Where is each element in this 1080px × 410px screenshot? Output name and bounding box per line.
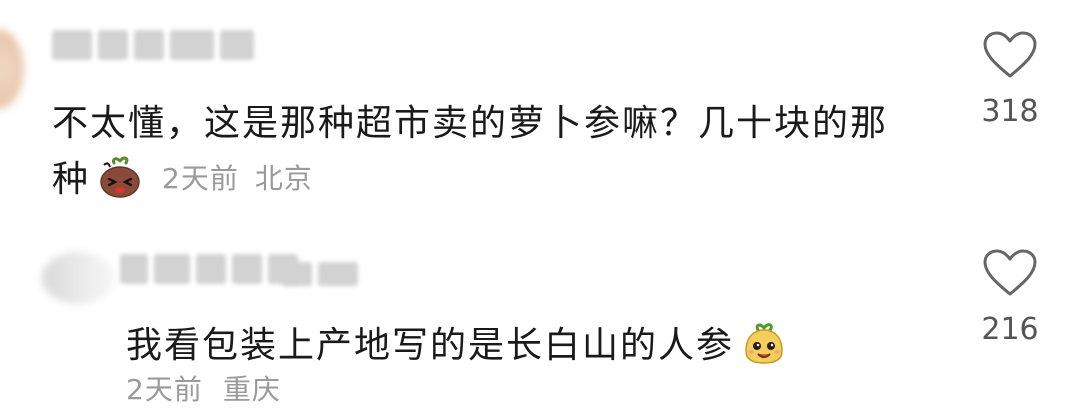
avatar[interactable] (42, 252, 114, 304)
reply-time: 2天前 (126, 373, 203, 406)
comment-meta: 2天前 北京 (162, 162, 313, 195)
comment-text: 不太懂，这是那种超市卖的萝卜参嘛？几十块的那种 2天前 北京 (52, 96, 912, 209)
reply-text-content: 我看包装上产地写的是长白山的人参 (126, 325, 735, 366)
reply-meta: 2天前 重庆 (126, 372, 281, 408)
username-blurred[interactable] (52, 30, 254, 60)
like-count: 216 (981, 312, 1039, 347)
comment-list: 不太懂，这是那种超市卖的萝卜参嘛？几十块的那种 2天前 北京 318 我看包装上… (0, 0, 1080, 410)
heart-icon (983, 249, 1037, 296)
reply-location: 重庆 (222, 373, 281, 406)
reply-target-blurred[interactable] (282, 262, 358, 286)
like-button[interactable]: 216 (970, 248, 1050, 347)
username-blurred[interactable] (120, 254, 298, 284)
avatar[interactable] (0, 28, 24, 110)
reply-text: 我看包装上产地写的是长白山的人参 (126, 318, 886, 374)
like-count: 318 (981, 94, 1039, 129)
heart-icon (983, 31, 1037, 78)
comment-time: 2天前 (162, 162, 239, 195)
like-button[interactable]: 318 (970, 30, 1050, 129)
radish-face-emoji (100, 156, 140, 198)
comment-location: 北京 (254, 162, 313, 195)
comment-item: 不太懂，这是那种超市卖的萝卜参嘛？几十块的那种 2天前 北京 318 (0, 0, 1080, 230)
ginseng-face-emoji (745, 323, 783, 364)
